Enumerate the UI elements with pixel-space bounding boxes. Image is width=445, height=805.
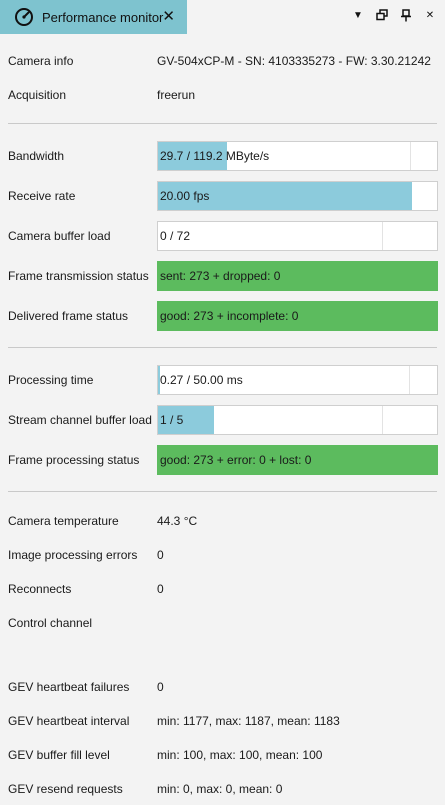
row-image-processing-errors: Image processing errors 0 [8, 540, 438, 570]
image-processing-errors-label: Image processing errors [8, 548, 138, 562]
row-gev-buffer-fill: GEV buffer fill level min: 100, max: 100… [8, 740, 438, 770]
camera-info-label: Camera info [8, 54, 74, 68]
frame-transmission-value: sent: 273 + dropped: 0 [160, 269, 281, 283]
row-control-channel: Control channel [8, 608, 438, 638]
frame-processing-value: good: 273 + error: 0 + lost: 0 [160, 453, 312, 467]
row-delivered-frame: Delivered frame status good: 273 + incom… [8, 301, 438, 331]
camera-buffer-label: Camera buffer load [8, 229, 111, 243]
delivered-frame-label: Delivered frame status [8, 309, 129, 323]
divider [8, 491, 437, 492]
row-gev-heartbeat-interval: GEV heartbeat interval min: 1177, max: 1… [8, 706, 438, 736]
receive-rate-bar: 20.00 fps [157, 181, 438, 211]
receive-rate-label: Receive rate [8, 189, 76, 203]
row-camera-info: Camera info GV-504xCP-M - SN: 4103335273… [8, 46, 438, 76]
row-receive-rate: Receive rate 20.00 fps [8, 181, 438, 211]
image-processing-errors-value: 0 [157, 548, 164, 562]
row-bandwidth: Bandwidth 29.7 / 119.2 MByte/s [8, 141, 438, 171]
pin-icon[interactable] [399, 9, 413, 23]
window-controls: ▼ ✕ [351, 9, 437, 23]
row-gev-resend-requests: GEV resend requests min: 0, max: 0, mean… [8, 774, 438, 804]
row-frame-processing: Frame processing status good: 273 + erro… [8, 445, 438, 475]
tab-performance-monitor[interactable]: Performance monitor ✕ [0, 0, 187, 34]
frame-processing-status: good: 273 + error: 0 + lost: 0 [157, 445, 438, 475]
control-channel-label: Control channel [8, 616, 93, 630]
processing-time-label: Processing time [8, 373, 94, 387]
frame-processing-label: Frame processing status [8, 453, 140, 467]
acquisition-label: Acquisition [8, 88, 67, 102]
row-acquisition: Acquisition freerun [8, 80, 438, 110]
reconnects-label: Reconnects [8, 582, 72, 596]
camera-buffer-bar: 0 / 72 [157, 221, 438, 251]
row-gev-heartbeat-failures: GEV heartbeat failures 0 [8, 672, 438, 702]
bandwidth-value: 29.7 / 119.2 MByte/s [160, 149, 270, 163]
row-camera-temperature: Camera temperature 44.3 °C [8, 506, 438, 536]
acquisition-value: freerun [157, 88, 196, 102]
performance-monitor-panel: Camera info GV-504xCP-M - SN: 4103335273… [0, 34, 445, 805]
processing-time-bar: 0.27 / 50.00 ms [157, 365, 438, 395]
reconnects-value: 0 [157, 582, 164, 596]
tab-title: Performance monitor [42, 9, 164, 25]
processing-time-value: 0.27 / 50.00 ms [160, 373, 243, 387]
stream-buffer-value: 1 / 5 [160, 413, 184, 427]
frame-transmission-status: sent: 273 + dropped: 0 [157, 261, 438, 291]
row-processing-time: Processing time 0.27 / 50.00 ms [8, 365, 438, 395]
gev-heartbeat-failures-label: GEV heartbeat failures [8, 680, 130, 694]
frame-transmission-label: Frame transmission status [8, 269, 149, 283]
camera-temperature-label: Camera temperature [8, 514, 119, 528]
row-frame-transmission: Frame transmission status sent: 273 + dr… [8, 261, 438, 291]
gev-heartbeat-interval-label: GEV heartbeat interval [8, 714, 130, 728]
gev-buffer-fill-value: min: 100, max: 100, mean: 100 [157, 748, 323, 762]
gev-resend-requests-label: GEV resend requests [8, 782, 123, 796]
receive-rate-value: 20.00 fps [160, 189, 210, 203]
gauge-icon [15, 8, 33, 26]
gev-heartbeat-failures-value: 0 [157, 680, 164, 694]
bandwidth-label: Bandwidth [8, 149, 65, 163]
delivered-frame-value: good: 273 + incomplete: 0 [160, 309, 299, 323]
dropdown-arrow-icon[interactable]: ▼ [351, 9, 365, 23]
camera-temperature-value: 44.3 °C [157, 514, 198, 528]
delivered-frame-status: good: 273 + incomplete: 0 [157, 301, 438, 331]
camera-buffer-value: 0 / 72 [160, 229, 191, 243]
row-stream-buffer: Stream channel buffer load 1 / 5 [8, 405, 438, 435]
row-reconnects: Reconnects 0 [8, 574, 438, 604]
gev-buffer-fill-label: GEV buffer fill level [8, 748, 110, 762]
panel-titlebar: Performance monitor ✕ ▼ ✕ [0, 0, 445, 34]
stream-buffer-bar: 1 / 5 [157, 405, 438, 435]
restore-icon[interactable] [375, 9, 389, 23]
gev-resend-requests-value: min: 0, max: 0, mean: 0 [157, 782, 283, 796]
close-panel-icon[interactable]: ✕ [423, 9, 437, 23]
divider [8, 123, 437, 124]
camera-info-value: GV-504xCP-M - SN: 4103335273 - FW: 3.30.… [157, 54, 431, 68]
bandwidth-bar: 29.7 / 119.2 MByte/s [157, 141, 438, 171]
row-camera-buffer: Camera buffer load 0 / 72 [8, 221, 438, 251]
divider [8, 347, 437, 348]
close-icon[interactable]: ✕ [162, 9, 175, 24]
gev-heartbeat-interval-value: min: 1177, max: 1187, mean: 1183 [157, 714, 340, 728]
stream-buffer-label: Stream channel buffer load [8, 413, 152, 427]
